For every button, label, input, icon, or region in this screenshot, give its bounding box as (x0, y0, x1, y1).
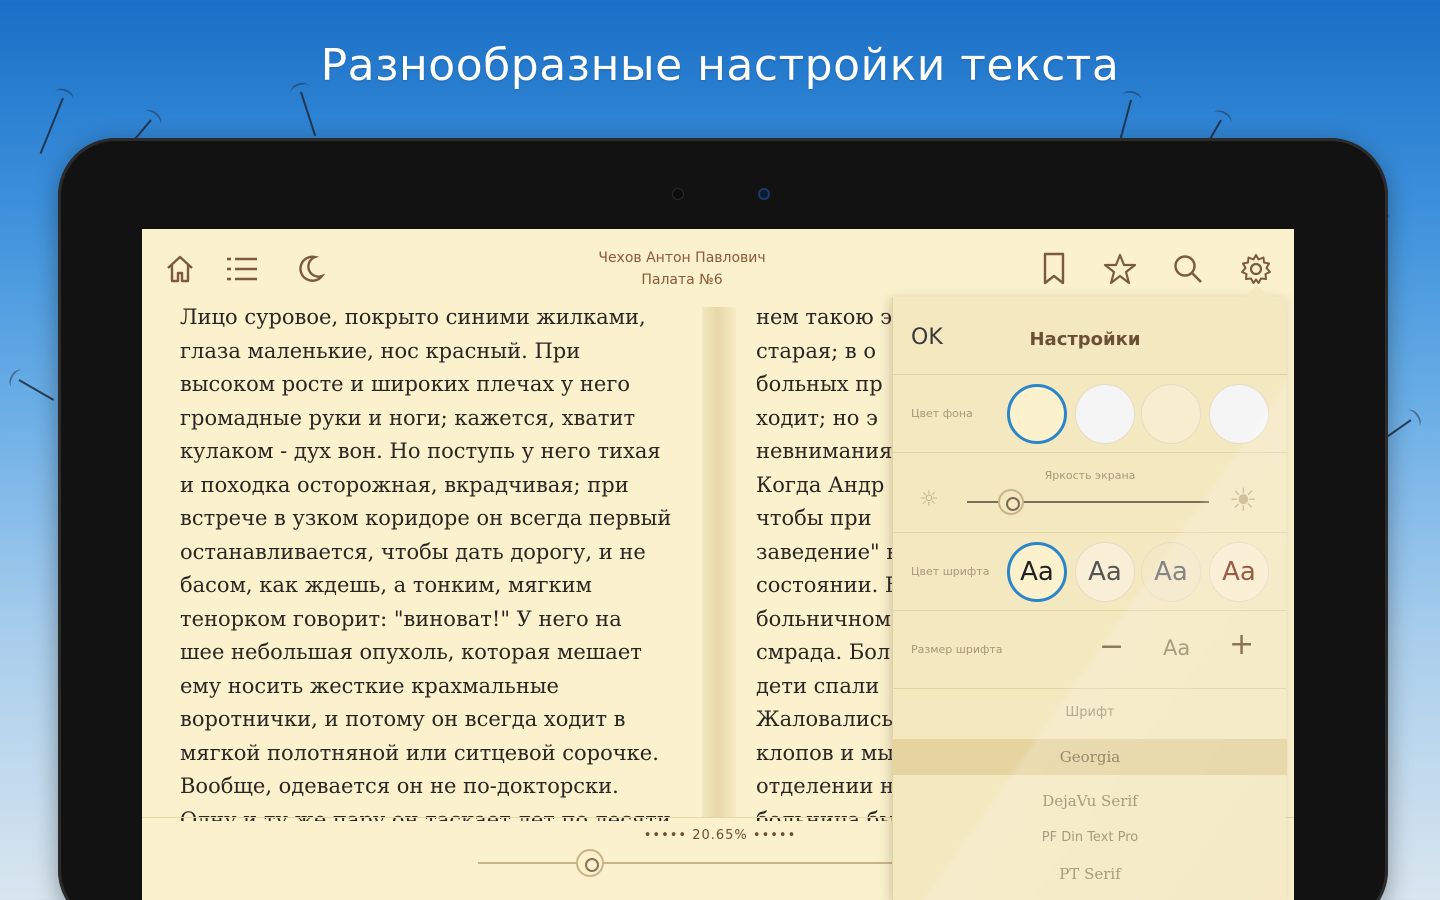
gear-icon (1241, 254, 1271, 284)
bg-swatch-3[interactable] (1209, 384, 1269, 444)
bg-swatch-1[interactable] (1075, 384, 1135, 444)
text-line: Лицо суровое, покрыто синими жилками, (180, 305, 646, 329)
bg-color-label: Цвет фона (911, 407, 973, 420)
moon-icon (299, 255, 325, 282)
font-option-0[interactable]: Georgia (893, 739, 1287, 775)
front-sensor (672, 188, 684, 200)
text-line: глаза маленькие, нос красный. При (180, 338, 581, 363)
font-option-2[interactable]: PF Din Text Pro (893, 821, 1287, 855)
bg-swatch-0[interactable] (1007, 384, 1067, 444)
text-line: громадные руки и ноги; кажется, хватит (180, 405, 636, 430)
font-color-row: Цвет шрифта Aa Aa Aa Aa (893, 533, 1287, 611)
progress-label: ••••• 20.65% ••••• (643, 828, 797, 843)
text-line: воротнички, и потому он всегда ходит в (180, 707, 626, 731)
font-color-swatch-1[interactable]: Aa (1075, 542, 1135, 602)
text-line: и походка осторожная, вкрадчивая; при (180, 472, 629, 497)
brightness-row: Яркость экрана ☼ ☀ (893, 453, 1287, 533)
font-size-sample: Aa (1163, 636, 1191, 660)
text-line: ему носить жесткие крахмальные (180, 673, 559, 698)
text-line: Вообще, одевается он не по-докторски. (180, 774, 619, 798)
font-size-increase-button[interactable]: + (1229, 627, 1254, 662)
font-color-swatch-3[interactable]: Aa (1209, 542, 1269, 602)
settings-panel: OK Настройки Цвет фона Яркость экрана ☼ … (892, 285, 1287, 900)
sun-small-icon: ☼ (919, 487, 939, 512)
night-mode-button[interactable] (290, 249, 330, 289)
settings-button[interactable] (1236, 249, 1276, 289)
brightness-high-button[interactable]: ☀ (1229, 481, 1258, 519)
settings-caret (1245, 285, 1269, 297)
text-line: мягкой полотняной или ситцевой сорочке. (180, 740, 659, 765)
dandelion-seed (300, 91, 317, 137)
home-button[interactable] (160, 249, 200, 289)
brightness-handle[interactable] (997, 489, 1024, 515)
text-line: кулаком - дух вон. Но поступь у него тих… (180, 439, 661, 463)
settings-title: Настройки (1029, 329, 1141, 350)
text-line: высоком росте и широких плечах у него (180, 372, 630, 396)
page-gutter (702, 307, 736, 817)
front-camera (758, 188, 770, 200)
dandelion-seed (18, 379, 55, 401)
headline: Разнообразные настройки текста (320, 40, 1120, 91)
search-button[interactable] (1168, 249, 1208, 289)
dandelion-seed (1118, 99, 1132, 143)
favorite-button[interactable] (1100, 249, 1140, 289)
dandelion-seed (39, 97, 64, 155)
search-icon (1174, 255, 1202, 283)
page-left[interactable]: Лицо суровое, покрыто синими жилками, гла… (180, 301, 680, 821)
dandelion-seed (1385, 419, 1412, 439)
font-color-swatch-2[interactable]: Aa (1141, 542, 1201, 602)
star-icon (1103, 253, 1137, 285)
brightness-low-button[interactable]: ☼ (919, 487, 939, 512)
bg-swatch-2[interactable] (1141, 384, 1201, 444)
text-line: встрече в узком коридоре он всегда первы… (180, 506, 672, 530)
font-option-1[interactable]: DejaVu Serif (893, 783, 1287, 819)
list-icon (227, 257, 257, 281)
book-header: Чехов Антон Павлович Палата №6 (522, 247, 842, 291)
font-option-3[interactable]: PT Serif (893, 857, 1287, 891)
sun-large-icon: ☀ (1229, 481, 1258, 519)
bg-color-row: Цвет фона (893, 375, 1287, 453)
book-author: Чехов Антон Павлович (598, 250, 766, 266)
progress-handle[interactable] (575, 849, 604, 877)
text-line: басом, как ждешь, а тонким, мягким (180, 573, 592, 597)
font-size-row: Размер шрифта − Aa + (893, 611, 1287, 689)
bookmark-button[interactable] (1034, 249, 1074, 289)
bookmark-icon (1043, 252, 1065, 285)
home-icon (167, 255, 193, 283)
reader-screen: Чехов Антон Павлович Палата №6 Лицо суро… (142, 229, 1294, 900)
text-line: шее небольшая опухоль, которая мешает (180, 640, 642, 664)
brightness-label: Яркость экрана (1044, 469, 1136, 482)
book-title: Палата №6 (641, 272, 723, 288)
text-line: тенорком говорит: "виноват!" У него на (180, 606, 622, 631)
font-color-label: Цвет шрифта (911, 565, 990, 578)
settings-header: OK Настройки (893, 297, 1287, 375)
font-family-label: Шрифт (1065, 705, 1115, 720)
reader-toolbar: Чехов Антон Павлович Палата №6 (142, 229, 1294, 307)
toc-button[interactable] (222, 249, 262, 289)
text-line: останавливается, чтобы дать дорогу, и не (180, 539, 646, 564)
font-color-swatch-0[interactable]: Aa (1007, 542, 1067, 602)
font-size-label: Размер шрифта (911, 643, 1003, 656)
font-size-decrease-button[interactable]: − (1099, 629, 1124, 664)
